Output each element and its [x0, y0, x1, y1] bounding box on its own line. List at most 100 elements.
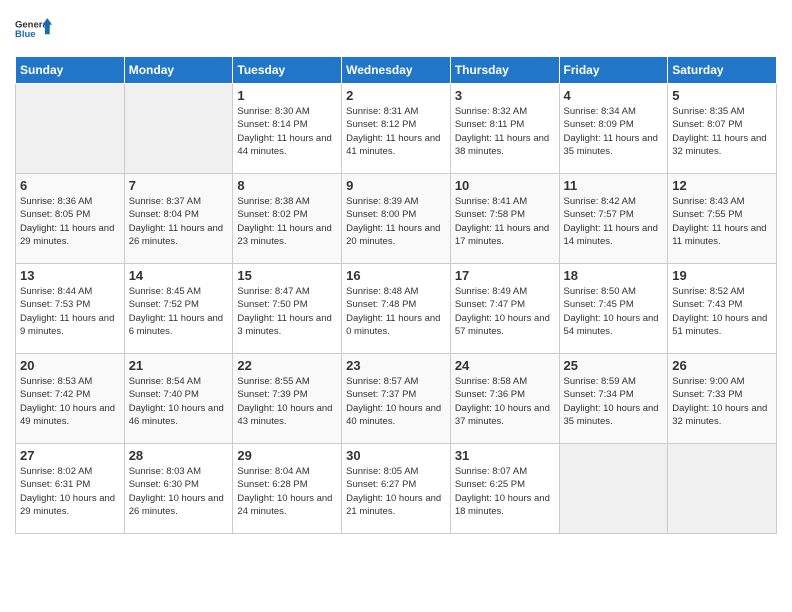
- calendar-cell: 1 Sunrise: 8:30 AM Sunset: 8:14 PM Daylig…: [233, 84, 342, 174]
- calendar-cell: 24 Sunrise: 8:58 AM Sunset: 7:36 PM Dayli…: [450, 354, 559, 444]
- col-header-wednesday: Wednesday: [342, 57, 451, 84]
- col-header-tuesday: Tuesday: [233, 57, 342, 84]
- day-number: 27: [20, 448, 120, 463]
- calendar-cell: 19 Sunrise: 8:52 AM Sunset: 7:43 PM Dayli…: [668, 264, 777, 354]
- calendar-cell: 8 Sunrise: 8:38 AM Sunset: 8:02 PM Daylig…: [233, 174, 342, 264]
- day-number: 15: [237, 268, 337, 283]
- day-number: 30: [346, 448, 446, 463]
- day-number: 7: [129, 178, 229, 193]
- calendar-cell: 9Sunrise: 8:39 AM Sunset: 8:00 PM Daylig…: [342, 174, 451, 264]
- day-info: Sunrise: 8:38 AM Sunset: 8:02 PM Dayligh…: [237, 195, 337, 248]
- calendar-cell: 12 Sunrise: 8:43 AM Sunset: 7:55 PM Dayli…: [668, 174, 777, 264]
- day-info: Sunrise: 9:00 AM Sunset: 7:33 PM Dayligh…: [672, 375, 772, 428]
- day-info: Sunrise: 8:55 AM Sunset: 7:39 PM Dayligh…: [237, 375, 337, 428]
- day-number: 29: [237, 448, 337, 463]
- calendar-cell: 4 Sunrise: 8:34 AM Sunset: 8:09 PM Daylig…: [559, 84, 668, 174]
- col-header-sunday: Sunday: [16, 57, 125, 84]
- day-info: Sunrise: 8:48 AM Sunset: 7:48 PM Dayligh…: [346, 285, 446, 338]
- logo: General Blue: [15, 10, 53, 48]
- day-info: Sunrise: 8:43 AM Sunset: 7:55 PM Dayligh…: [672, 195, 772, 248]
- col-header-thursday: Thursday: [450, 57, 559, 84]
- calendar-cell: 7Sunrise: 8:37 AM Sunset: 8:04 PM Daylig…: [124, 174, 233, 264]
- day-info: Sunrise: 8:03 AM Sunset: 6:30 PM Dayligh…: [129, 465, 229, 518]
- day-number: 16: [346, 268, 446, 283]
- calendar-cell: 30Sunrise: 8:05 AM Sunset: 6:27 PM Dayli…: [342, 444, 451, 534]
- calendar-cell: 6 Sunrise: 8:36 AM Sunset: 8:05 PM Daylig…: [16, 174, 125, 264]
- calendar-cell: 27 Sunrise: 8:02 AM Sunset: 6:31 PM Dayli…: [16, 444, 125, 534]
- calendar-cell: [668, 444, 777, 534]
- day-info: Sunrise: 8:35 AM Sunset: 8:07 PM Dayligh…: [672, 105, 772, 158]
- day-number: 23: [346, 358, 446, 373]
- day-number: 13: [20, 268, 120, 283]
- col-header-monday: Monday: [124, 57, 233, 84]
- day-number: 21: [129, 358, 229, 373]
- calendar-cell: 25 Sunrise: 8:59 AM Sunset: 7:34 PM Dayli…: [559, 354, 668, 444]
- calendar-cell: [16, 84, 125, 174]
- day-info: Sunrise: 8:04 AM Sunset: 6:28 PM Dayligh…: [237, 465, 337, 518]
- calendar-cell: 5 Sunrise: 8:35 AM Sunset: 8:07 PM Daylig…: [668, 84, 777, 174]
- calendar-cell: 3 Sunrise: 8:32 AM Sunset: 8:11 PM Daylig…: [450, 84, 559, 174]
- day-number: 31: [455, 448, 555, 463]
- day-info: Sunrise: 8:42 AM Sunset: 7:57 PM Dayligh…: [564, 195, 664, 248]
- day-info: Sunrise: 8:54 AM Sunset: 7:40 PM Dayligh…: [129, 375, 229, 428]
- day-number: 14: [129, 268, 229, 283]
- calendar-cell: 29 Sunrise: 8:04 AM Sunset: 6:28 PM Dayli…: [233, 444, 342, 534]
- day-info: Sunrise: 8:36 AM Sunset: 8:05 PM Dayligh…: [20, 195, 120, 248]
- calendar-cell: 15Sunrise: 8:47 AM Sunset: 7:50 PM Dayli…: [233, 264, 342, 354]
- calendar-cell: 21 Sunrise: 8:54 AM Sunset: 7:40 PM Dayli…: [124, 354, 233, 444]
- day-number: 12: [672, 178, 772, 193]
- day-number: 4: [564, 88, 664, 103]
- calendar-cell: 23 Sunrise: 8:57 AM Sunset: 7:37 PM Dayli…: [342, 354, 451, 444]
- day-info: Sunrise: 8:58 AM Sunset: 7:36 PM Dayligh…: [455, 375, 555, 428]
- day-info: Sunrise: 8:07 AM Sunset: 6:25 PM Dayligh…: [455, 465, 555, 518]
- day-number: 3: [455, 88, 555, 103]
- day-info: Sunrise: 8:34 AM Sunset: 8:09 PM Dayligh…: [564, 105, 664, 158]
- day-info: Sunrise: 8:57 AM Sunset: 7:37 PM Dayligh…: [346, 375, 446, 428]
- day-info: Sunrise: 8:52 AM Sunset: 7:43 PM Dayligh…: [672, 285, 772, 338]
- day-info: Sunrise: 8:50 AM Sunset: 7:45 PM Dayligh…: [564, 285, 664, 338]
- calendar-cell: 28 Sunrise: 8:03 AM Sunset: 6:30 PM Dayli…: [124, 444, 233, 534]
- calendar-cell: [559, 444, 668, 534]
- day-number: 28: [129, 448, 229, 463]
- calendar-cell: 2 Sunrise: 8:31 AM Sunset: 8:12 PM Daylig…: [342, 84, 451, 174]
- day-number: 1: [237, 88, 337, 103]
- day-number: 10: [455, 178, 555, 193]
- day-info: Sunrise: 8:41 AM Sunset: 7:58 PM Dayligh…: [455, 195, 555, 248]
- calendar-cell: 14 Sunrise: 8:45 AM Sunset: 7:52 PM Dayli…: [124, 264, 233, 354]
- day-info: Sunrise: 8:02 AM Sunset: 6:31 PM Dayligh…: [20, 465, 120, 518]
- day-info: Sunrise: 8:39 AM Sunset: 8:00 PM Dayligh…: [346, 195, 446, 248]
- logo-svg: General Blue: [15, 10, 53, 48]
- calendar-cell: 13 Sunrise: 8:44 AM Sunset: 7:53 PM Dayli…: [16, 264, 125, 354]
- day-number: 24: [455, 358, 555, 373]
- calendar-cell: 22 Sunrise: 8:55 AM Sunset: 7:39 PM Dayli…: [233, 354, 342, 444]
- calendar-cell: [124, 84, 233, 174]
- calendar-cell: 17Sunrise: 8:49 AM Sunset: 7:47 PM Dayli…: [450, 264, 559, 354]
- day-number: 18: [564, 268, 664, 283]
- day-number: 8: [237, 178, 337, 193]
- day-info: Sunrise: 8:44 AM Sunset: 7:53 PM Dayligh…: [20, 285, 120, 338]
- day-number: 19: [672, 268, 772, 283]
- calendar-table: SundayMondayTuesdayWednesdayThursdayFrid…: [15, 56, 777, 534]
- calendar-cell: 20 Sunrise: 8:53 AM Sunset: 7:42 PM Dayli…: [16, 354, 125, 444]
- calendar-cell: 11Sunrise: 8:42 AM Sunset: 7:57 PM Dayli…: [559, 174, 668, 264]
- day-info: Sunrise: 8:45 AM Sunset: 7:52 PM Dayligh…: [129, 285, 229, 338]
- calendar-cell: 18 Sunrise: 8:50 AM Sunset: 7:45 PM Dayli…: [559, 264, 668, 354]
- svg-text:Blue: Blue: [15, 29, 36, 40]
- day-number: 22: [237, 358, 337, 373]
- calendar-cell: 10 Sunrise: 8:41 AM Sunset: 7:58 PM Dayli…: [450, 174, 559, 264]
- day-info: Sunrise: 8:49 AM Sunset: 7:47 PM Dayligh…: [455, 285, 555, 338]
- day-info: Sunrise: 8:59 AM Sunset: 7:34 PM Dayligh…: [564, 375, 664, 428]
- day-number: 5: [672, 88, 772, 103]
- col-header-saturday: Saturday: [668, 57, 777, 84]
- calendar-cell: 16 Sunrise: 8:48 AM Sunset: 7:48 PM Dayli…: [342, 264, 451, 354]
- day-info: Sunrise: 8:30 AM Sunset: 8:14 PM Dayligh…: [237, 105, 337, 158]
- calendar-cell: 31 Sunrise: 8:07 AM Sunset: 6:25 PM Dayli…: [450, 444, 559, 534]
- day-number: 6: [20, 178, 120, 193]
- col-header-friday: Friday: [559, 57, 668, 84]
- day-info: Sunrise: 8:32 AM Sunset: 8:11 PM Dayligh…: [455, 105, 555, 158]
- day-info: Sunrise: 8:53 AM Sunset: 7:42 PM Dayligh…: [20, 375, 120, 428]
- day-number: 25: [564, 358, 664, 373]
- day-number: 2: [346, 88, 446, 103]
- day-number: 20: [20, 358, 120, 373]
- day-info: Sunrise: 8:31 AM Sunset: 8:12 PM Dayligh…: [346, 105, 446, 158]
